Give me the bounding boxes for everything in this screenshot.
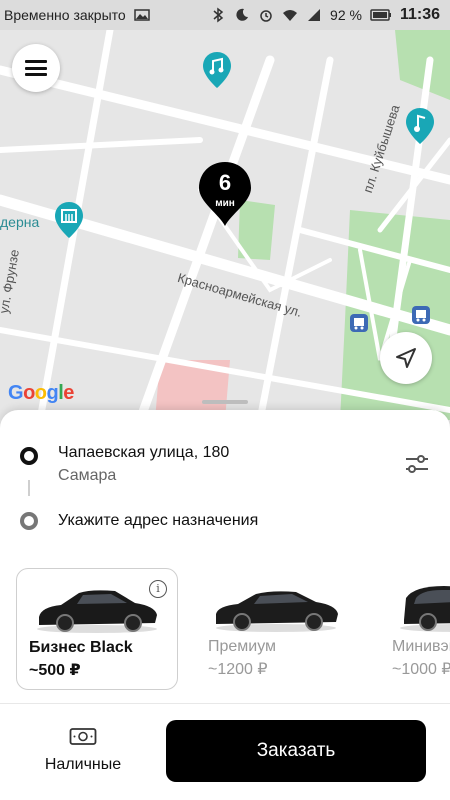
destination-input[interactable]: Укажите адрес назначения [58,512,258,530]
cash-icon [69,728,97,745]
tariff-card-business-black[interactable]: i Бизнес Black ~500 ₽ [16,568,178,690]
wifi-icon [283,10,298,21]
tariff-price: ~1000 ₽ [392,661,450,678]
clock: 11:36 [399,6,440,23]
google-logo: Google [8,382,74,404]
battery-icon [370,9,391,21]
origin-city: Самара [58,467,117,484]
menu-button[interactable] [12,44,60,92]
sliders-icon [406,455,428,473]
music-venue-icon[interactable] [203,52,231,88]
car-sedan-icon [216,591,338,632]
car-minivan-icon [400,586,450,632]
bus-stop-icon[interactable] [350,314,368,332]
origin-address[interactable]: Чапаевская улица, 180 [58,444,229,462]
tariff-card-minivan[interactable]: Минивэн ~1000 ₽ [380,568,450,690]
tariff-card-premium[interactable]: Премиум ~1200 ₽ [196,568,358,690]
payment-method-button[interactable]: Наличные [28,722,138,782]
footer-divider [0,703,450,704]
eta-minutes: 6 [218,170,232,195]
options-button[interactable] [400,452,434,476]
tariff-price: ~500 ₽ [29,662,81,679]
tariff-carousel[interactable]: i Бизнес Black ~500 ₽ Премиум ~1200 ₽ Ми… [0,568,450,692]
notification-text: Временно закрыто [4,7,126,23]
route-connector [28,480,30,496]
info-icon[interactable]: i [149,580,167,598]
sheet-grabber[interactable] [202,400,248,404]
menu-icon [25,60,47,76]
alarm-icon [260,10,272,22]
bus-stop-icon[interactable] [412,306,430,324]
music-venue-icon[interactable] [406,108,434,144]
battery-percent: 92 % [330,7,362,23]
payment-label: Наличные [44,756,122,773]
locate-me-button[interactable] [380,332,432,384]
signal-icon [308,9,321,21]
bluetooth-icon [213,7,224,23]
tariff-name: Минивэн [392,638,450,655]
car-sedan-icon [37,590,157,633]
order-button[interactable]: Заказать [166,720,426,782]
origin-dot-icon [20,447,38,465]
destination-dot-icon [20,512,38,530]
eta-unit: мин [215,198,235,209]
tariff-name: Премиум [208,638,277,655]
do-not-disturb-icon [236,8,249,21]
pickup-eta-pin: 6 мин [199,162,251,226]
tariff-price: ~1200 ₽ [208,661,268,678]
locate-arrow-icon [396,348,416,368]
street-label-modern: дерна [0,214,40,230]
photo-icon [133,9,150,21]
tariff-name: Бизнес Black [29,639,133,656]
status-bar: Временно закрыто 92 % 11:36 [0,0,450,30]
museum-icon[interactable] [55,202,83,238]
